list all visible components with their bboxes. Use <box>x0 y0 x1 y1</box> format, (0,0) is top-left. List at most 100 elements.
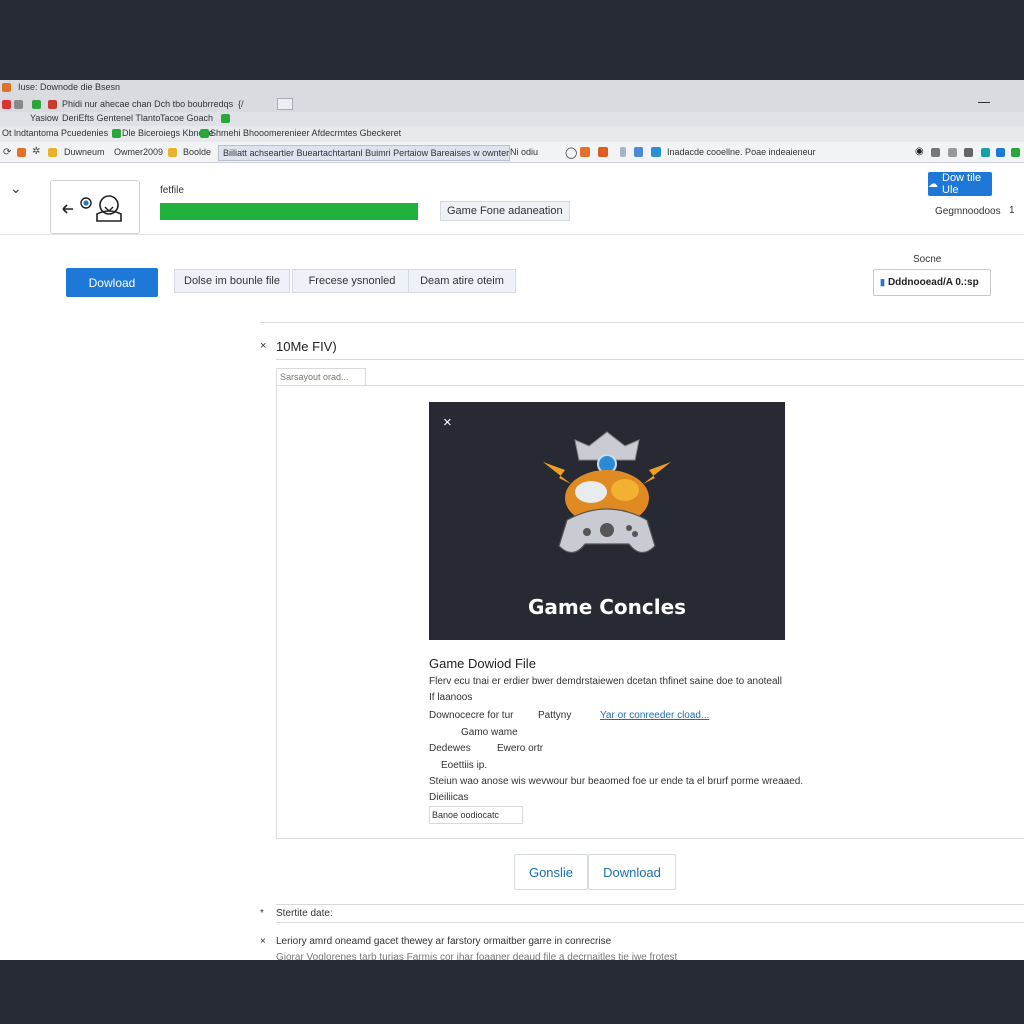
bookmark-item[interactable]: DeriEfts Gentenel Tlanto <box>62 113 160 123</box>
game-hero-image: × Game Concles <box>429 402 785 640</box>
window-title: Iuse: Downode die Bsesn <box>18 82 121 92</box>
dialog-description: Flerv ecu tnai er erdier bwer demdrstaie… <box>429 676 782 687</box>
search-input[interactable] <box>276 368 366 386</box>
download-icon[interactable] <box>964 148 973 157</box>
download-button[interactable]: Dowload <box>66 268 158 297</box>
extension-icon[interactable] <box>598 147 608 157</box>
detail-value: Ewero ortr <box>497 743 544 754</box>
console-button[interactable]: Gonslie <box>514 854 588 890</box>
bookmark-item[interactable]: Tacoe Goach <box>160 113 213 123</box>
cloud-icon: ☁ <box>928 178 938 190</box>
footer-label: Stertite date: <box>276 908 333 919</box>
footer-close-icon[interactable]: × <box>260 936 266 947</box>
bookmarks-row-1: Yasiow DeriEfts Gentenel Tlanto Tacoe Go… <box>0 112 1024 126</box>
favicon-icon <box>32 100 41 109</box>
logo-icon <box>62 195 122 222</box>
bell-icon[interactable]: ◯ <box>565 146 577 159</box>
detail-label: Downocecre for tur <box>429 710 514 721</box>
detail-note: Steiun wao anose wis wevwour bur beaomed… <box>429 776 804 787</box>
hero-title: Game Concles <box>527 595 687 619</box>
downloads-count: 1 <box>1009 205 1015 216</box>
new-tab-button[interactable] <box>277 98 293 110</box>
detail-label: Dieiliicas <box>429 792 469 803</box>
settings-icon[interactable]: ✲ <box>32 146 40 157</box>
extension-icon[interactable] <box>996 148 1005 157</box>
back-icon[interactable] <box>2 100 11 109</box>
tab-bundle-file[interactable]: Dolse im bounle file <box>174 269 290 293</box>
progress-label: fetfile <box>160 185 184 196</box>
extension-icon[interactable] <box>580 147 590 157</box>
chevron-down-icon[interactable]: ⌄ <box>10 180 22 197</box>
reload-icon[interactable]: ⟳ <box>3 147 11 158</box>
tab-icon <box>168 148 177 157</box>
top-download-button[interactable]: ☁ Dow tile Ule <box>928 172 992 196</box>
tab-owmer[interactable]: Owmer2009 <box>114 147 163 157</box>
site-icon <box>48 100 57 109</box>
close-icon[interactable]: × <box>443 414 452 431</box>
game-mascot-icon <box>543 431 671 554</box>
print-icon[interactable] <box>931 148 940 157</box>
home-icon[interactable] <box>17 148 26 157</box>
tab-boolde[interactable]: Boolde <box>183 147 211 157</box>
app-icon <box>2 83 11 92</box>
progress-fill <box>160 203 418 220</box>
detail-sub: If laanoos <box>429 692 473 703</box>
bookmarks-row-2: Ot lndtantoma Pcuedenies Dle Biceroiegs … <box>0 126 1024 143</box>
title-bar: Iuse: Downode die Bsesn <box>0 80 1024 96</box>
bookmark-item[interactable]: Yasiow <box>30 113 58 123</box>
address-row: ⟳ ✲ Duwneum Owmer2009 Boolde Biiliatt ac… <box>0 142 1024 163</box>
collapse-icon[interactable]: × <box>260 340 266 352</box>
tab-freeze[interactable]: Frecese ysnonled <box>292 269 412 293</box>
minimize-icon[interactable] <box>978 102 990 103</box>
account-icon[interactable]: ◉ <box>915 146 924 157</box>
tab-strip: Phidi nur ahecae chan Dch tbo boubrredqs… <box>0 96 1024 112</box>
tab-title[interactable]: Phidi nur ahecae chan Dch tbo boubrredqs <box>62 99 233 109</box>
translate-icon[interactable] <box>651 147 661 157</box>
detail-value: Eoettiis ip. <box>441 760 488 771</box>
divider <box>276 359 1024 360</box>
source-label: Socne <box>913 254 942 265</box>
bookmark-icon <box>112 129 121 138</box>
tab-count: {/ <box>238 99 244 109</box>
extension-icon[interactable] <box>981 148 990 157</box>
bookmark-icon <box>200 129 209 138</box>
copy-icon[interactable] <box>948 148 957 157</box>
detail-input[interactable]: Banoe oodiocatc <box>429 806 523 824</box>
tab-duwneum[interactable]: Duwneum <box>64 147 105 157</box>
divider <box>276 922 1024 923</box>
source-value: Dddnooead/A 0.:sp <box>887 277 979 288</box>
download-progress <box>160 203 418 220</box>
reader-icon[interactable] <box>620 147 626 157</box>
footer-line: Leriory amrd oneamd gacet thewey ar fars… <box>276 936 612 947</box>
bookmark-icon <box>221 114 230 123</box>
android-icon[interactable] <box>1011 148 1020 157</box>
footer-marker: * <box>260 908 264 919</box>
divider <box>260 322 1024 323</box>
folder-icon[interactable] <box>48 148 57 157</box>
forward-icon[interactable] <box>14 100 23 109</box>
tab-deam[interactable]: Deam atire oteim <box>408 269 516 293</box>
detail-value: Gamo wame <box>461 727 518 738</box>
section-title: 10Me FIV) <box>276 339 337 354</box>
downloads-label: Gegmnoodoos <box>935 206 1001 217</box>
divider <box>276 904 1024 905</box>
divider <box>0 234 1024 235</box>
bookmark-item[interactable]: Shmehi Bhooomerenieer Afdecrmtes Gbecker… <box>210 128 401 138</box>
file-icon: ▮ <box>880 277 885 287</box>
detail-link[interactable]: Yar or conreeder cload... <box>600 710 709 721</box>
page-label: Ni odiu <box>510 147 539 157</box>
browser-window: Iuse: Downode die Bsesn Phidi nur ahecae… <box>0 80 1024 960</box>
footer-line: Giorar Voglorenes tarb turias Farmis cor… <box>276 952 678 960</box>
dialog-heading: Game Dowiod File <box>429 656 536 671</box>
status-chip: Game Fone adaneation <box>440 201 570 221</box>
share-icon[interactable] <box>634 147 643 157</box>
extension-text: Inadacde cooellne. Poae indeaieneur <box>667 147 816 157</box>
source-select[interactable]: ▮ Dddnooead/A 0.:sp <box>873 269 991 296</box>
detail-value: Pattyny <box>538 710 572 721</box>
detail-label: Dedewes <box>429 743 471 754</box>
top-download-label: Dow tile Ule <box>942 172 982 196</box>
bookmark-item[interactable]: Ot lndtantoma Pcuedenies <box>2 128 108 138</box>
address-bar[interactable]: Biiliatt achseartier Bueartachtartanl Bu… <box>218 145 510 161</box>
app-logo <box>50 180 140 234</box>
dialog-download-button[interactable]: Download <box>588 854 676 890</box>
